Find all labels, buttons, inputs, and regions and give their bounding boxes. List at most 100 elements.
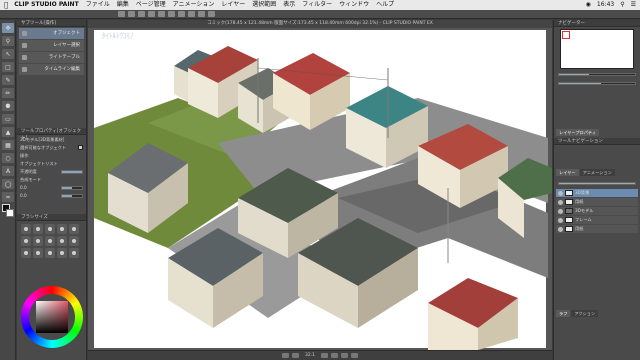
figure-tool-icon[interactable]: ○ bbox=[2, 153, 14, 163]
brush-size-13[interactable] bbox=[45, 248, 55, 258]
layer-opacity-slider[interactable] bbox=[558, 180, 636, 187]
fill-tool-icon[interactable]: ▲ bbox=[2, 127, 14, 137]
brush-size-1[interactable] bbox=[21, 224, 31, 234]
snap-icon[interactable] bbox=[188, 11, 195, 17]
navigator-viewport[interactable] bbox=[562, 31, 570, 39]
menu-edit[interactable]: 編集 bbox=[117, 0, 129, 10]
brush-tool-icon[interactable]: ⚈ bbox=[2, 101, 14, 111]
tab-action[interactable]: アクション bbox=[571, 310, 599, 317]
zoom-value[interactable]: 32.1 bbox=[305, 353, 315, 358]
text-tool-icon[interactable]: A bbox=[2, 166, 14, 176]
color-swatch-fg-bg[interactable] bbox=[2, 204, 14, 218]
subtool-object[interactable]: オブジェクト bbox=[19, 28, 84, 39]
color-wheel[interactable] bbox=[21, 286, 83, 348]
grid-icon[interactable] bbox=[208, 11, 215, 17]
transform-icon[interactable] bbox=[178, 11, 185, 17]
menu-help[interactable]: ヘルプ bbox=[376, 0, 394, 10]
brush-size-4[interactable] bbox=[57, 224, 67, 234]
subtool-timeline[interactable]: タイムライン編集 bbox=[19, 64, 84, 75]
eye-icon[interactable] bbox=[558, 217, 563, 223]
menu-view[interactable]: 表示 bbox=[283, 0, 295, 10]
eye-icon[interactable] bbox=[558, 190, 563, 196]
eye-icon[interactable] bbox=[558, 208, 563, 214]
menu-filter[interactable]: フィルター bbox=[302, 0, 332, 10]
rotate-left-icon[interactable] bbox=[282, 353, 290, 358]
rotate-right-icon[interactable] bbox=[292, 353, 300, 358]
layer-row[interactable]: 用紙 bbox=[556, 225, 638, 233]
pen-tool-icon[interactable]: ✏ bbox=[2, 88, 14, 98]
zoom-tool-icon[interactable]: ⚲ bbox=[2, 36, 14, 46]
ruler-icon[interactable] bbox=[198, 11, 205, 17]
prop-opacity-slider[interactable] bbox=[61, 169, 83, 174]
eye-icon[interactable] bbox=[558, 226, 563, 232]
apple-icon[interactable]:  bbox=[4, 0, 8, 10]
app-name-menu[interactable]: CLIP STUDIO PAINT bbox=[14, 0, 78, 10]
operation-tool-icon[interactable]: ↖ bbox=[2, 49, 14, 59]
correct-line-tool-icon[interactable]: ≈ bbox=[2, 192, 14, 202]
tab-layer[interactable]: レイヤー bbox=[556, 169, 579, 176]
eye-icon[interactable] bbox=[558, 199, 563, 205]
undo-icon[interactable] bbox=[148, 11, 155, 17]
brush-size-2[interactable] bbox=[33, 224, 43, 234]
search-icon[interactable]: ⚲ bbox=[620, 0, 624, 10]
navigator-header: ナビゲーター bbox=[554, 20, 640, 27]
menu-selection[interactable]: 選択範囲 bbox=[252, 0, 276, 10]
layer-row[interactable]: 用紙 bbox=[556, 198, 638, 206]
navigator-preview[interactable] bbox=[560, 29, 634, 69]
background-color[interactable] bbox=[6, 209, 14, 217]
prop-value-a-slider[interactable] bbox=[61, 185, 83, 190]
color-saturation-square[interactable] bbox=[36, 301, 68, 333]
list-icon[interactable]: ☰ bbox=[631, 0, 636, 10]
subtool-light-table[interactable]: ライトテーブル bbox=[19, 52, 84, 63]
layer-row[interactable]: フレーム bbox=[556, 216, 638, 224]
eyedropper-tool-icon[interactable]: ✎ bbox=[2, 75, 14, 85]
menu-page[interactable]: ページ管理 bbox=[136, 0, 166, 10]
new-icon[interactable] bbox=[118, 11, 125, 17]
save-icon[interactable] bbox=[138, 11, 145, 17]
brush-size-9[interactable] bbox=[57, 236, 67, 246]
brush-size-12[interactable] bbox=[33, 248, 43, 258]
tab-layer-property[interactable]: レイヤープロパティ bbox=[556, 129, 600, 136]
layer-row[interactable]: 3D背景 bbox=[556, 189, 638, 197]
move-tool-icon[interactable]: ✥ bbox=[2, 23, 14, 33]
zoom-in-icon[interactable] bbox=[330, 353, 338, 358]
layer-row[interactable]: 3Dモデル bbox=[556, 207, 638, 215]
brush-size-15[interactable] bbox=[69, 248, 79, 258]
navigator-zoom-slider[interactable] bbox=[558, 71, 636, 78]
prop-row-operation: 操作 bbox=[20, 152, 83, 159]
brush-size-11[interactable] bbox=[21, 248, 31, 258]
subtool-header: サブツール[操作] bbox=[17, 20, 86, 27]
menu-window[interactable]: ウィンドウ bbox=[339, 0, 369, 10]
wifi-icon[interactable]: ◉ bbox=[586, 0, 591, 10]
tab-rough[interactable]: ラフ bbox=[556, 310, 571, 317]
brush-size-5[interactable] bbox=[69, 224, 79, 234]
subtool-layer-select[interactable]: レイヤー選択 bbox=[19, 40, 84, 51]
gradient-tool-icon[interactable]: ▦ bbox=[2, 140, 14, 150]
clear-icon[interactable] bbox=[168, 11, 175, 17]
navigator-rotate-slider[interactable] bbox=[558, 80, 636, 87]
brush-size-7[interactable] bbox=[33, 236, 43, 246]
balloon-tool-icon[interactable]: ◯ bbox=[2, 179, 14, 189]
canvas-3d-scene[interactable] bbox=[88, 28, 552, 350]
zoom-out-icon[interactable] bbox=[320, 353, 328, 358]
menu-file[interactable]: ファイル bbox=[86, 0, 110, 10]
open-icon[interactable] bbox=[128, 11, 135, 17]
clock[interactable]: 16:43 bbox=[597, 0, 614, 10]
selection-tool-icon[interactable]: □ bbox=[2, 62, 14, 72]
brush-size-14[interactable] bbox=[57, 248, 67, 258]
redo-icon[interactable] bbox=[158, 11, 165, 17]
eraser-tool-icon[interactable]: ▭ bbox=[2, 114, 14, 124]
menu-animation[interactable]: アニメーション bbox=[173, 0, 215, 10]
document-title: コミック(178.45 x 121.48mm 版面サイズ:173.45 x 11… bbox=[88, 20, 552, 28]
tab-animation[interactable]: アニメーション bbox=[579, 169, 615, 176]
prop-value-b-slider[interactable] bbox=[61, 193, 83, 198]
menu-layer[interactable]: レイヤー bbox=[221, 0, 245, 10]
brush-size-8[interactable] bbox=[45, 236, 55, 246]
prop-selectable-checkbox[interactable] bbox=[78, 145, 83, 150]
brush-size-10[interactable] bbox=[69, 236, 79, 246]
fit-icon[interactable] bbox=[340, 353, 348, 358]
flip-icon[interactable] bbox=[350, 353, 358, 358]
brush-size-6[interactable] bbox=[21, 236, 31, 246]
brush-size-3[interactable] bbox=[45, 224, 55, 234]
menu-bar:  CLIP STUDIO PAINT ファイル 編集 ページ管理 アニメーショ… bbox=[0, 0, 640, 10]
